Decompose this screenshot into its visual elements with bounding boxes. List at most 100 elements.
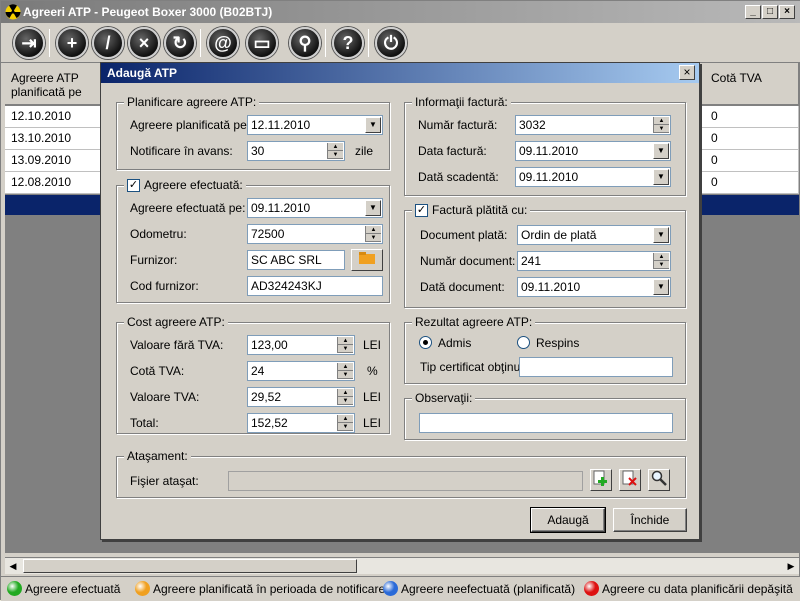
spinner-icon[interactable]: ▲ ▼ — [653, 253, 669, 269]
add-icon[interactable]: + — [56, 27, 88, 59]
value-no-vat-label: Valoare fără TVA: — [130, 338, 224, 352]
supplier-code-field[interactable]: AD324243KJ — [247, 276, 383, 296]
column-header-vat-rate[interactable]: Cotă TVA — [705, 63, 799, 105]
doc-number-stepper[interactable]: 241 ▲ ▼ — [517, 251, 671, 271]
attachment-group-title: Ataşament: — [124, 449, 191, 463]
invoice-number-value: 3032 — [519, 118, 546, 132]
scroll-left-icon[interactable]: ◀ — [5, 558, 21, 574]
supplier-code-label: Cod furnizor: — [130, 279, 199, 293]
doc-number-value: 241 — [521, 254, 542, 268]
radio-admis[interactable] — [419, 336, 432, 349]
radio-respins[interactable] — [517, 336, 530, 349]
vat-rate-value: 24 — [251, 364, 265, 378]
currency-unit: LEI — [363, 390, 382, 404]
result-group-title: Rezultat agreere ATP: — [412, 315, 536, 329]
spinner-icon[interactable]: ▲ ▼ — [327, 143, 343, 159]
chevron-down-icon[interactable]: ▼ — [365, 200, 381, 216]
legend-planned-label: Agreere neefectuată (planificată) — [401, 582, 576, 596]
doc-date-picker[interactable]: 09.11.2010 ▼ — [517, 277, 671, 297]
maximize-button[interactable]: □ — [762, 5, 778, 19]
invoice-date-label: Data factură: — [418, 144, 487, 158]
vat-value-stepper[interactable]: 29,52 ▲ ▼ — [247, 387, 355, 407]
window-title: Agreeri ATP - Peugeot Boxer 3000 (B02BTJ… — [23, 5, 273, 19]
toolbar: ⇥ + / × ↻ @ ▭ ⚲ ? ⏻ — [1, 23, 800, 63]
planned-date-picker[interactable]: 12.11.2010 ▼ — [247, 115, 383, 135]
spinner-icon[interactable]: ▲ ▼ — [337, 363, 353, 379]
add-button[interactable]: Adaugă — [530, 507, 606, 533]
supplier-browse-button[interactable] — [351, 249, 383, 271]
paid-checkbox[interactable]: ✓ — [415, 204, 428, 217]
vat-value-label: Valoare TVA: — [130, 390, 200, 404]
chevron-down-icon[interactable]: ▼ — [653, 227, 669, 243]
spinner-icon[interactable]: ▲ ▼ — [653, 117, 669, 133]
planning-group-title: Planificare agreere ATP: — [124, 95, 260, 109]
scroll-right-icon[interactable]: ▶ — [783, 558, 799, 574]
delete-icon[interactable]: × — [128, 27, 160, 59]
doc-number-label: Număr document: — [420, 254, 516, 268]
toolbar-separator — [368, 29, 369, 57]
result-group: Rezultat agreere ATP: Admis Respins Tip … — [404, 315, 686, 384]
exit-icon[interactable]: ⇥ — [13, 27, 45, 59]
due-date-value: 09.11.2010 — [519, 170, 579, 184]
cell-vat: 0 — [705, 128, 799, 149]
odometer-stepper[interactable]: 72500 ▲ ▼ — [247, 224, 383, 244]
power-icon[interactable]: ⏻ — [375, 27, 407, 59]
title-bar[interactable]: Agreeri ATP - Peugeot Boxer 3000 (B02BTJ… — [1, 1, 800, 23]
vat-value-value: 29,52 — [251, 390, 282, 404]
legend-notify-label: Agreere planificată în perioada de notif… — [153, 582, 386, 596]
total-value: 152,52 — [251, 416, 288, 430]
supplier-field[interactable]: SC ABC SRL — [247, 250, 345, 270]
attach-add-button[interactable] — [590, 469, 612, 491]
certificate-field[interactable] — [519, 357, 673, 377]
done-checkbox[interactable]: ✓ — [127, 179, 140, 192]
vat-rate-stepper[interactable]: 24 ▲ ▼ — [247, 361, 355, 381]
chevron-down-icon[interactable]: ▼ — [653, 169, 669, 185]
edit-icon[interactable]: / — [92, 27, 124, 59]
chevron-down-icon[interactable]: ▼ — [365, 117, 381, 133]
notes-field[interactable] — [419, 413, 673, 433]
payment-doc-value: Ordin de plată — [521, 228, 597, 242]
supplier-value: SC ABC SRL — [251, 253, 322, 267]
notify-days-stepper[interactable]: 30 ▲ ▼ — [247, 141, 345, 161]
blue-status-icon — [383, 581, 398, 596]
planned-date-value: 12.11.2010 — [251, 118, 311, 132]
invoice-date-picker[interactable]: 09.11.2010 ▼ — [515, 141, 671, 161]
chevron-down-icon[interactable]: ▼ — [653, 143, 669, 159]
attached-file-field — [228, 471, 583, 491]
spinner-icon[interactable]: ▲ ▼ — [337, 415, 353, 431]
attach-remove-button[interactable] — [619, 469, 641, 491]
chevron-down-icon[interactable]: ▼ — [653, 279, 669, 295]
refresh-icon[interactable]: ↻ — [164, 27, 196, 59]
minimize-button[interactable]: _ — [745, 5, 761, 19]
percent-unit: % — [367, 364, 378, 378]
invoice-number-stepper[interactable]: 3032 ▲ ▼ — [515, 115, 671, 135]
attach-view-button[interactable] — [648, 469, 670, 491]
toolbar-separator — [325, 29, 326, 57]
invoice-number-label: Număr factură: — [418, 118, 498, 132]
spinner-icon[interactable]: ▲ ▼ — [337, 389, 353, 405]
column-header-planned-date[interactable]: Agreere ATP planificată pe — [5, 63, 101, 105]
toolbar-separator — [49, 29, 50, 57]
cell-date: 12.10.2010 — [5, 106, 101, 127]
cell-vat: 0 — [705, 172, 799, 193]
email-icon[interactable]: @ — [207, 27, 239, 59]
total-stepper[interactable]: 152,52 ▲ ▼ — [247, 413, 355, 433]
scroll-thumb[interactable] — [23, 559, 357, 573]
value-no-vat-stepper[interactable]: 123,00 ▲ ▼ — [247, 335, 355, 355]
horizontal-scrollbar[interactable]: ◀ ▶ — [5, 557, 799, 574]
spinner-icon[interactable]: ▲ ▼ — [337, 337, 353, 353]
done-date-picker[interactable]: 09.11.2010 ▼ — [247, 198, 383, 218]
close-button[interactable]: Închide — [613, 508, 687, 532]
dialog-close-button[interactable]: × — [679, 65, 695, 80]
help-icon[interactable]: ? — [332, 27, 364, 59]
currency-unit: LEI — [363, 416, 382, 430]
payment-doc-select[interactable]: Ordin de plată ▼ — [517, 225, 671, 245]
close-window-button[interactable]: × — [779, 5, 795, 19]
print-icon[interactable]: ▭ — [246, 27, 278, 59]
spinner-icon[interactable]: ▲ ▼ — [365, 226, 381, 242]
due-date-picker[interactable]: 09.11.2010 ▼ — [515, 167, 671, 187]
doc-date-label: Dată document: — [420, 280, 505, 294]
search-icon[interactable]: ⚲ — [289, 27, 321, 59]
radiation-icon — [5, 4, 21, 20]
dialog-title[interactable]: Adaugă ATP — [101, 63, 699, 83]
